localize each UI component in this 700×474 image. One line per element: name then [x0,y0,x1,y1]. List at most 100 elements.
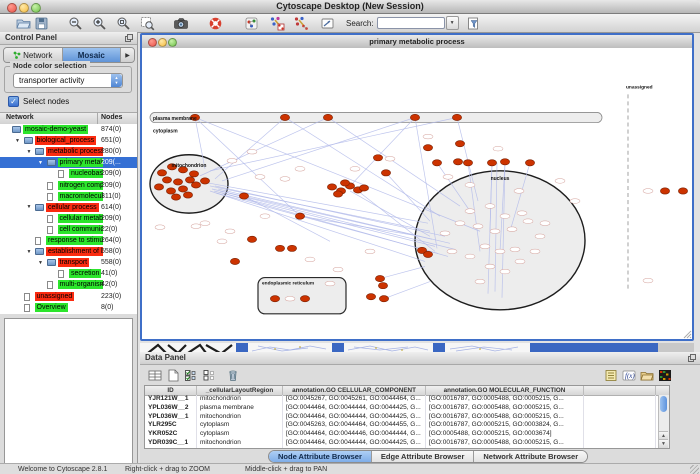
tree-row[interactable]: unassigned223(0) [0,291,137,302]
tree-node-count: 209(0) [101,214,121,223]
tree-row[interactable]: nucleobase-209(0) [0,168,137,179]
annotation-button[interactable] [318,15,336,31]
unselect-attributes-button[interactable] [200,367,218,383]
tab-network[interactable]: Network [4,48,63,62]
zoom-out-button[interactable] [66,15,84,31]
open-session-button[interactable] [14,15,32,31]
table-cell: [GO:0044464, GO:0044444, GO:0044425, G..… [283,404,426,413]
apply-layout-1-button[interactable] [268,15,286,31]
tree-expander-icon[interactable]: ▼ [24,149,34,155]
delete-attribute-button[interactable] [224,367,242,383]
select-nodes-checkbox[interactable]: ✓ [8,96,19,107]
scrollbar-thumb[interactable] [660,396,667,412]
main-toolbar: Search: ▼ [0,14,700,33]
tree-node-count: 8(0) [101,303,113,312]
import-attributes-button[interactable] [638,367,656,383]
tree-column-network[interactable]: Network [6,114,34,121]
tree-row[interactable]: ▼metabolic process280(0) [0,146,137,157]
tree-row[interactable]: response to stimulu264(0) [0,235,137,246]
table-row[interactable]: YPL036W__1mitochondrion[GO:0044464, GO:0… [145,413,669,422]
column-header[interactable]: annotation.GO CELLULAR_COMPONENT [283,386,426,395]
function-builder-button[interactable]: f(x) [620,367,638,383]
layout-1-icon [269,16,285,31]
tree-row[interactable]: macromolecule311(0) [0,191,137,202]
select-attributes-button[interactable] [182,367,200,383]
scroll-down-arrow[interactable]: ▼ [659,439,668,448]
apply-layout-2-button[interactable] [292,15,310,31]
tree-row[interactable]: ▼primary metabo209(... [0,157,137,168]
birds-eye-view[interactable] [4,318,133,468]
tree-row[interactable]: ▼establishment of lo558(0) [0,246,137,257]
control-panel-title: Control Panel [5,33,57,42]
column-header[interactable]: _cellularLayoutRegion [197,386,283,395]
mosaic-matrix-button[interactable] [656,367,674,383]
node-color-dropdown[interactable]: transporter activity ▲▼ [13,73,123,88]
help-button[interactable] [206,15,224,31]
attribute-list-button[interactable] [602,367,620,383]
tree-row[interactable]: Overview 8(0) [0,302,137,313]
status-zoom-hint: Right-click + drag to ZOOM [125,466,210,473]
tree-row[interactable]: ▼cellular process614(0) [0,202,137,213]
table-row[interactable]: YJR121W__1mitochondrion[GO:0045267, GO:0… [145,395,669,404]
tree-node-count: 558(0) [101,258,121,267]
svg-text:endoplasmic reticulum: endoplasmic reticulum [262,281,314,287]
zoom-fit-icon [116,16,131,31]
tree-row[interactable]: nitrogen compo209(0) [0,180,137,191]
network-window-title-bar[interactable]: primary metabolic process [142,35,692,49]
network-tab-icon [13,51,21,59]
float-data-panel-icon[interactable] [688,354,696,362]
zoom-in-button[interactable] [90,15,108,31]
tree-expander-icon[interactable]: ▼ [24,204,34,210]
new-attribute-button[interactable] [164,367,182,383]
tab-overflow-arrow[interactable]: ▶ [121,48,134,62]
tab-mosaic-label: Mosaic [78,51,105,60]
tree-expander-icon[interactable]: ▼ [13,138,23,144]
column-header[interactable]: ID [145,386,197,395]
tab-mosaic[interactable]: Mosaic [63,48,122,62]
tree-node-count: 209(... [101,158,121,167]
vizmapper-button[interactable] [242,15,260,31]
show-table-button[interactable] [146,367,164,383]
search-input[interactable] [377,17,445,29]
zoom-fit-button[interactable] [114,15,132,31]
tree-row[interactable]: mosaic-demo-yeast874(0) [0,124,137,135]
zoom-selected-region-button[interactable] [138,15,156,31]
tree-expander-icon[interactable]: ▼ [36,260,46,266]
tab-edge-attribute-browser[interactable]: Edge Attribute Browser [372,451,474,462]
network-canvas[interactable]: plasma membranecytoplasmmitochondrionnuc… [142,48,692,339]
tab-node-attribute-browser[interactable]: Node Attribute Browser [269,451,372,462]
table-scrollbar[interactable]: ▲ ▼ [658,395,669,448]
tree-row[interactable]: ▼transport558(0) [0,257,137,268]
float-panel-icon[interactable] [125,34,133,42]
tree-node-label: Overview [35,303,68,312]
tree-expander-icon[interactable]: ▼ [24,249,34,255]
table-row[interactable]: YDR039C__1mitochondrion[GO:0044464, GO:0… [145,439,669,448]
tree-column-nodes[interactable]: Nodes [101,114,122,121]
window-resize-grip[interactable] [690,465,699,474]
save-session-button[interactable] [32,15,50,31]
column-header[interactable] [584,386,656,395]
tree-row[interactable]: cell communicat22(0) [0,224,137,235]
table-row[interactable]: YKR052Ccytoplasm[GO:0044464, GO:0044446,… [145,430,669,439]
table-cell [584,421,656,430]
tree-row[interactable]: cellular metabo209(0) [0,213,137,224]
snapshot-button[interactable] [172,15,190,31]
advanced-search-icon [466,16,481,31]
tab-network-attribute-browser[interactable]: Network Attribute Browser [474,451,587,462]
tree-node-count: 311(0) [101,192,121,201]
search-dropdown-button[interactable]: ▼ [446,16,459,30]
column-header[interactable]: annotation.GO MOLECULAR_FUNCTION [426,386,584,395]
advanced-search-button[interactable] [465,15,483,31]
save-floppy-icon [34,16,49,31]
network-file-icon [35,237,41,245]
tree-row[interactable]: secretion41(0) [0,268,137,279]
table-cell: plasma membrane [197,404,283,413]
tree-expander-icon[interactable]: ▼ [36,160,46,166]
table-row[interactable]: YLR295Ccytoplasm[GO:0045263, GO:0044464,… [145,421,669,430]
tree-row[interactable]: ▼biological_process651(0) [0,135,137,146]
table-row[interactable]: YPL036W__2plasma membrane[GO:0044464, GO… [145,404,669,413]
tree-row[interactable]: multi-organism pro42(0) [0,279,137,290]
tree-node-count: 264(0) [101,236,121,245]
window-title-bar[interactable]: Cytoscape Desktop (New Session) [0,0,700,14]
tree-node-count: 41(0) [101,269,117,278]
